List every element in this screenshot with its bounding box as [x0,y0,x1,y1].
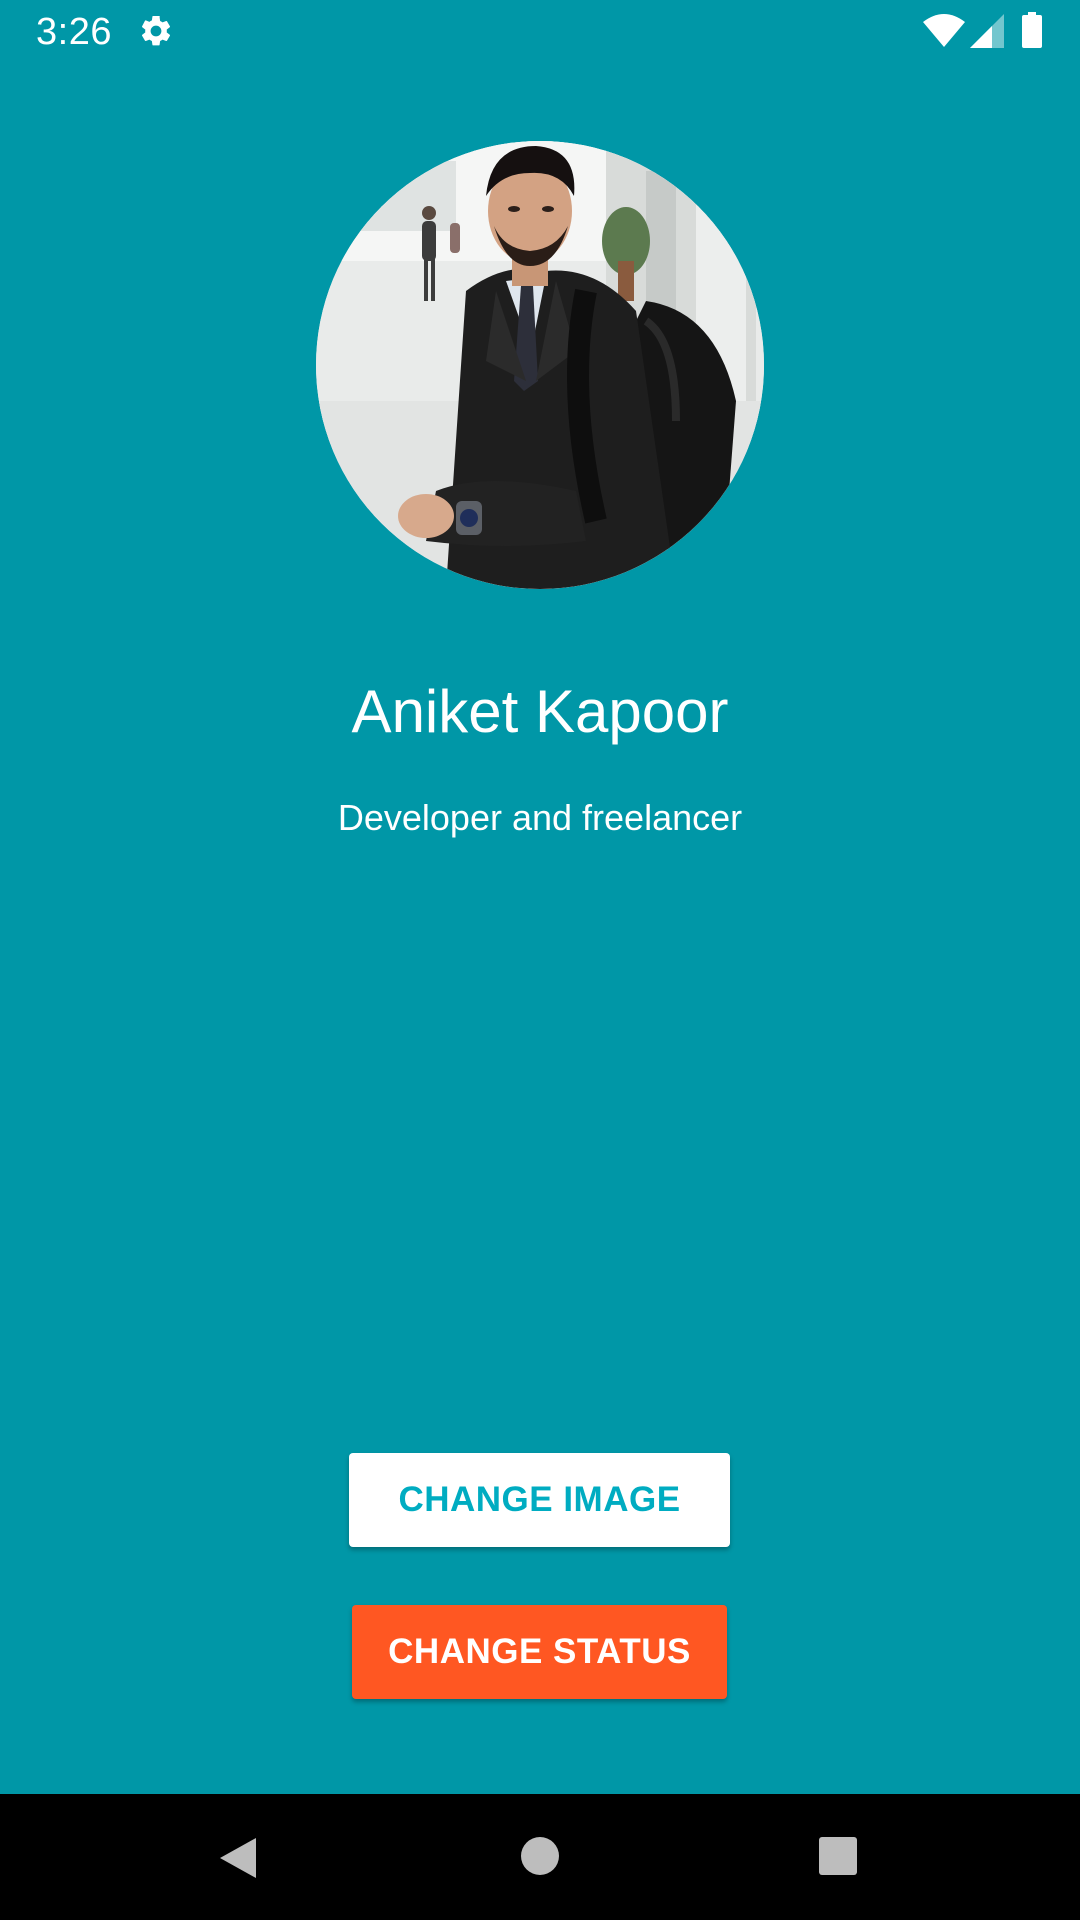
profile-name: Aniket Kapoor [351,678,729,745]
profile-photo [316,141,764,589]
home-icon[interactable] [520,1836,560,1876]
status-time: 3:26 [36,11,112,53]
battery-icon [1022,12,1042,48]
status-bar: 3:26 [0,0,1080,63]
wifi-icon [922,14,966,48]
back-icon[interactable] [216,1834,260,1882]
change-image-button[interactable]: CHANGE IMAGE [349,1453,730,1547]
gear-icon [138,13,174,49]
cell-signal-icon [970,14,1004,48]
navigation-bar [0,1794,1080,1920]
change-status-button[interactable]: CHANGE STATUS [352,1605,727,1699]
profile-screen: 3:26 Aniket Kapoor Developer and freelan… [0,0,1080,1920]
recents-icon[interactable] [818,1836,858,1876]
profile-status-text: Developer and freelancer [337,797,743,838]
